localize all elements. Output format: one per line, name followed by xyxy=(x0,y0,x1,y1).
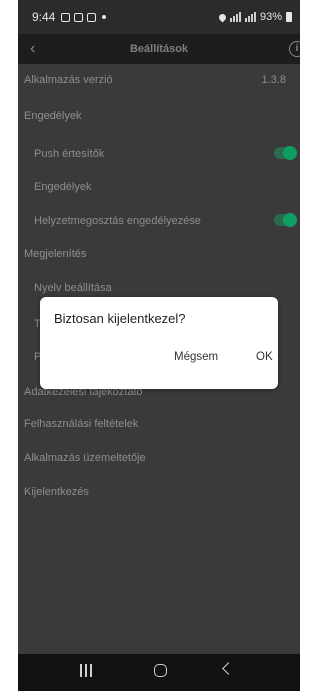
cell-signal-icon xyxy=(244,12,256,22)
status-bar: 9:44 93% xyxy=(18,0,300,34)
back-icon[interactable] xyxy=(222,662,235,675)
app-operator-item[interactable]: Alkalmazás üzemeltetője xyxy=(18,448,300,468)
app-version-row: Alkalmazás verzió 1.3.8 xyxy=(18,70,300,90)
push-notifications-label: Push értesítők xyxy=(34,148,105,160)
terms-of-use-item[interactable]: Felhasználási feltételek xyxy=(18,414,300,434)
permissions-item[interactable]: Engedélyek xyxy=(18,177,300,197)
notification-icons xyxy=(61,12,107,22)
dialog-message: Biztosan kijelentkezel? xyxy=(54,311,186,326)
terms-of-use-label: Felhasználási feltételek xyxy=(24,418,139,430)
cancel-button[interactable]: Mégsem xyxy=(174,351,218,363)
app-notification-icon xyxy=(87,12,97,22)
status-right: 93% xyxy=(217,11,292,23)
logout-item[interactable]: Kijelentkezés xyxy=(18,482,300,502)
location-sharing-toggle[interactable] xyxy=(274,213,297,227)
battery-percent: 93% xyxy=(259,11,282,23)
app-version-value: 1.3.8 xyxy=(261,74,286,86)
permissions-item-label: Engedélyek xyxy=(34,181,92,193)
app-version-label: Alkalmazás verzió xyxy=(24,74,113,86)
back-arrow-icon[interactable]: ‹ xyxy=(30,41,40,57)
location-sharing-row: Helyzetmegosztás engedélyezése xyxy=(18,211,300,231)
language-settings-label: Nyelv beállítása xyxy=(34,282,112,294)
info-icon[interactable]: i xyxy=(289,41,300,57)
push-notifications-toggle[interactable] xyxy=(274,146,297,160)
logout-confirm-dialog: Biztosan kijelentkezel? Mégsem OK xyxy=(40,297,278,389)
logout-label: Kijelentkezés xyxy=(24,486,89,498)
wifi-signal-icon xyxy=(229,12,241,22)
ok-button[interactable]: OK xyxy=(256,351,273,363)
page-title: Beállítások xyxy=(129,43,189,55)
home-icon[interactable] xyxy=(154,664,167,677)
location-icon xyxy=(217,12,228,22)
permissions-section-label: Engedélyek xyxy=(24,110,82,122)
app-bar: ‹ Beállítások i xyxy=(18,34,300,64)
display-section-label: Megjelenítés xyxy=(24,248,87,260)
messenger-icon xyxy=(74,12,84,22)
push-notifications-row: Push értesítők xyxy=(18,144,300,164)
location-sharing-label: Helyzetmegosztás engedélyezése xyxy=(34,215,201,227)
system-nav-bar xyxy=(18,654,300,691)
language-settings-item[interactable]: Nyelv beállítása xyxy=(18,278,300,298)
gallery-icon xyxy=(61,12,71,22)
app-operator-label: Alkalmazás üzemeltetője xyxy=(24,452,146,464)
recent-apps-icon[interactable] xyxy=(80,664,94,678)
status-time: 9:44 xyxy=(32,10,56,24)
battery-icon xyxy=(286,12,292,22)
display-section-header: Megjelenítés xyxy=(18,244,300,264)
permissions-section-header: Engedélyek xyxy=(18,106,300,126)
more-notifications-dot-icon xyxy=(102,15,107,19)
